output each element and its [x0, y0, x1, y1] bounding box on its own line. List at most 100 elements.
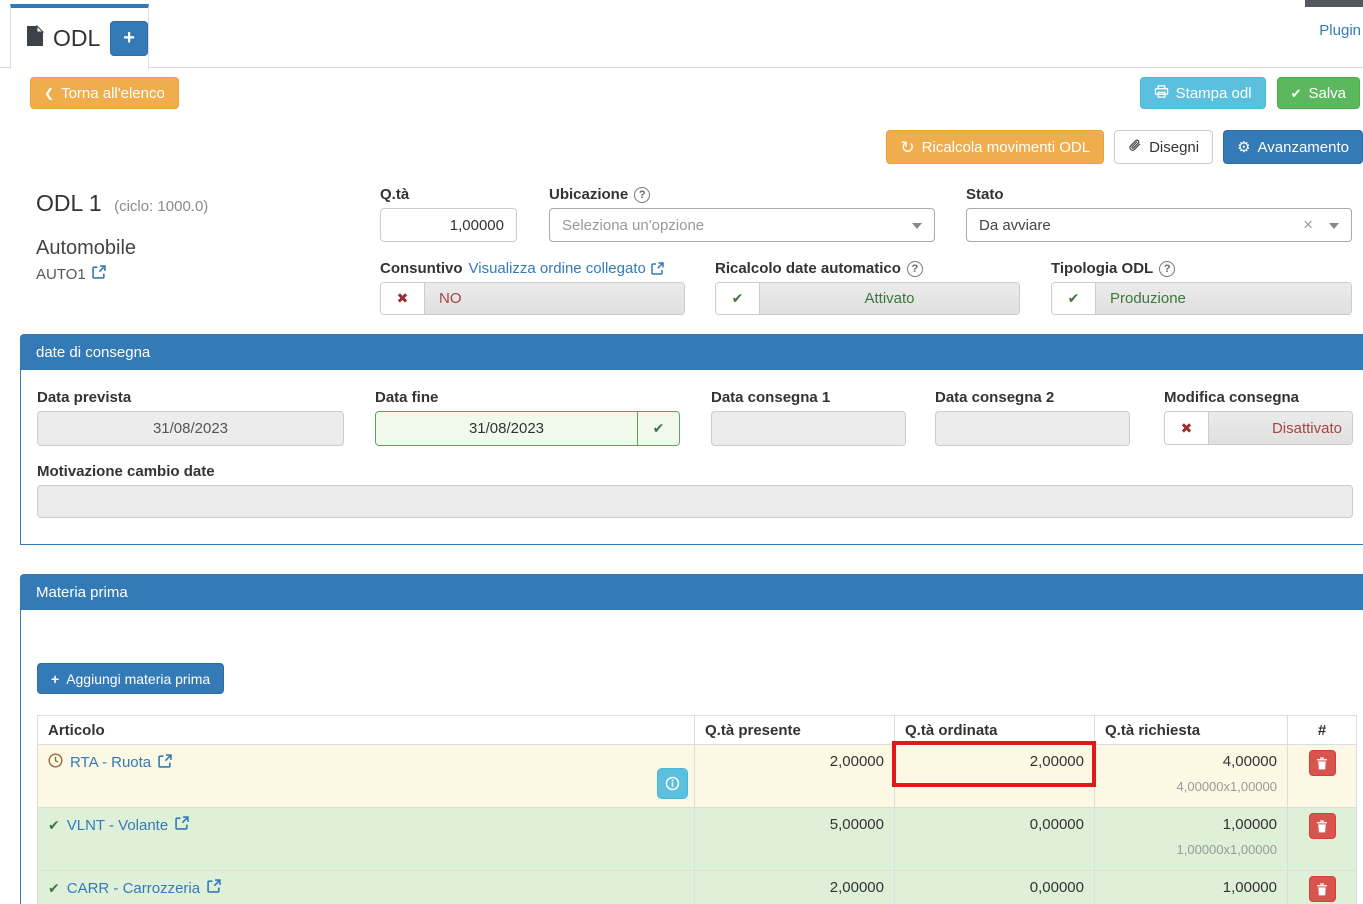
materials-panel-title: Materia prima — [21, 575, 1363, 610]
print-odl-button[interactable]: Stampa odl — [1140, 77, 1266, 109]
consuntivo-value: NO — [425, 283, 684, 314]
qta-formula: 4,00000x1,00000 — [1105, 779, 1277, 794]
stato-label: Stato — [966, 186, 1352, 203]
odl-page: ODL + Plugin ❮ Torna all'elenco Stampa o… — [0, 0, 1363, 904]
order-info: ODL 1 (ciclo: 1000.0) Automobile AUTO1 — [36, 190, 208, 283]
article-link[interactable]: CARR - Carrozzeria — [67, 880, 200, 897]
field-data-prevista: Data prevista — [37, 389, 344, 446]
add-tab-button[interactable]: + — [110, 21, 148, 56]
back-to-list-button[interactable]: ❮ Torna all'elenco — [30, 77, 179, 109]
data-fine-confirm-button[interactable]: ✔ — [637, 412, 679, 445]
field-tipologia: Tipologia ODL ? ✔ Produzione — [1051, 260, 1352, 315]
chevron-left-icon: ❮ — [44, 86, 54, 100]
tipologia-value: Produzione — [1096, 283, 1351, 314]
motivazione-input[interactable] — [37, 485, 1353, 518]
data-prevista-label: Data prevista — [37, 389, 344, 406]
data-consegna-2-input[interactable] — [935, 411, 1130, 446]
top-right-strip — [1305, 0, 1363, 7]
info-button[interactable] — [657, 768, 688, 799]
field-ricalcolo-date: Ricalcolo date automatico ? ✔ Attivato — [715, 260, 1020, 315]
clear-icon[interactable]: × — [1303, 215, 1313, 235]
drawings-button[interactable]: Disegni — [1114, 130, 1213, 164]
qta-presente-value: 2,00000 — [695, 871, 895, 904]
field-motivazione: Motivazione cambio date — [37, 463, 1353, 518]
field-qta: Q.tà — [380, 186, 517, 242]
save-button[interactable]: ✔ Salva — [1277, 77, 1360, 109]
document-icon — [26, 25, 44, 52]
tipologia-toggle[interactable]: ✔ Produzione — [1051, 282, 1352, 315]
order-title: ODL 1 — [36, 190, 102, 216]
data-fine-input[interactable] — [376, 412, 637, 445]
dates-panel-title: date di consegna — [21, 335, 1363, 370]
ubicazione-placeholder: Seleziona un'opzione — [562, 217, 704, 234]
trash-icon — [1316, 757, 1328, 770]
help-icon: ? — [1159, 261, 1175, 277]
modifica-consegna-toggle[interactable]: ✖ Disattivato — [1164, 411, 1353, 445]
chevron-down-icon — [912, 223, 922, 229]
col-qta-richiesta: Q.tà richiesta — [1095, 716, 1288, 745]
dates-panel: date di consegna Data prevista Data fine… — [20, 334, 1363, 545]
modifica-consegna-value: Disattivato — [1209, 412, 1352, 444]
linked-order-link[interactable]: Visualizza ordine collegato — [469, 260, 664, 277]
external-link-icon — [651, 262, 664, 275]
add-material-button[interactable]: + Aggiungi materia prima — [37, 663, 224, 694]
recalc-movements-label: Ricalcola movimenti ODL — [922, 139, 1090, 156]
article-link[interactable]: VLNT - Volante — [67, 817, 168, 834]
table-row: RTA - Ruota 2,00000 2,00000 — [38, 745, 1357, 808]
delete-row-button[interactable] — [1309, 813, 1336, 839]
trash-icon — [1316, 883, 1328, 896]
ubicazione-label: Ubicazione — [549, 186, 628, 203]
article-link[interactable]: RTA - Ruota — [70, 754, 151, 771]
field-data-consegna-1: Data consegna 1 — [711, 389, 906, 446]
external-link-icon[interactable] — [175, 816, 189, 834]
check-icon: ✔ — [653, 420, 665, 437]
help-icon: ? — [907, 261, 923, 277]
external-link-icon[interactable] — [158, 754, 172, 772]
motivazione-label: Motivazione cambio date — [37, 463, 1353, 480]
field-consuntivo: Consuntivo Visualizza ordine collegato ✖… — [380, 260, 685, 315]
trash-icon — [1316, 820, 1328, 833]
qta-ordinata-value: 2,00000 — [895, 745, 1095, 808]
delete-row-button[interactable] — [1309, 876, 1336, 902]
progress-label: Avanzamento — [1258, 139, 1349, 156]
linked-order-link-label: Visualizza ordine collegato — [469, 260, 646, 277]
tab-odl[interactable]: ODL + — [10, 4, 149, 69]
ricalcolo-date-toggle[interactable]: ✔ Attivato — [715, 282, 1020, 315]
plus-icon: + — [123, 27, 135, 50]
data-consegna-1-input[interactable] — [711, 411, 906, 446]
qta-ordinata-value: 0,00000 — [895, 808, 1095, 871]
external-link-icon[interactable] — [207, 879, 221, 897]
product-code: AUTO1 — [36, 266, 86, 283]
table-header-row: Articolo Q.tà presente Q.tà ordinata Q.t… — [38, 716, 1357, 745]
col-actions: # — [1288, 716, 1357, 745]
qta-presente-value: 5,00000 — [695, 808, 895, 871]
delete-row-button[interactable] — [1309, 750, 1336, 776]
product-name: Automobile — [36, 237, 208, 260]
help-icon: ? — [634, 187, 650, 203]
stato-select[interactable]: Da avviare × — [966, 208, 1352, 242]
tipologia-label: Tipologia ODL — [1051, 260, 1153, 277]
paperclip-icon — [1128, 138, 1142, 157]
col-qta-presente: Q.tà presente — [695, 716, 895, 745]
refresh-icon: ↻ — [900, 139, 914, 156]
recalc-movements-button[interactable]: ↻ Ricalcola movimenti ODL — [886, 130, 1104, 164]
plugin-link[interactable]: Plugin — [1319, 22, 1361, 39]
progress-button[interactable]: ⚙ Avanzamento — [1223, 130, 1363, 164]
ricalcolo-date-value: Attivato — [760, 283, 1019, 314]
qta-label: Q.tà — [380, 186, 517, 203]
data-consegna-1-label: Data consegna 1 — [711, 389, 906, 406]
drawings-label: Disegni — [1149, 139, 1199, 156]
ubicazione-select[interactable]: Seleziona un'opzione — [549, 208, 935, 242]
order-cycle: (ciclo: 1000.0) — [114, 198, 208, 215]
materials-table: Articolo Q.tà presente Q.tà ordinata Q.t… — [37, 715, 1356, 904]
qta-input[interactable] — [380, 208, 517, 242]
stato-value: Da avviare — [979, 217, 1051, 234]
ricalcolo-date-label: Ricalcolo date automatico — [715, 260, 901, 277]
data-prevista-input[interactable] — [37, 411, 344, 446]
modifica-consegna-label: Modifica consegna — [1164, 389, 1353, 406]
qta-formula: 1,00000x1,00000 — [1105, 842, 1277, 857]
tab-label: ODL — [53, 25, 100, 52]
external-link-icon[interactable] — [92, 265, 106, 283]
cross-icon: ✖ — [1181, 420, 1193, 437]
consuntivo-toggle[interactable]: ✖ NO — [380, 282, 685, 315]
